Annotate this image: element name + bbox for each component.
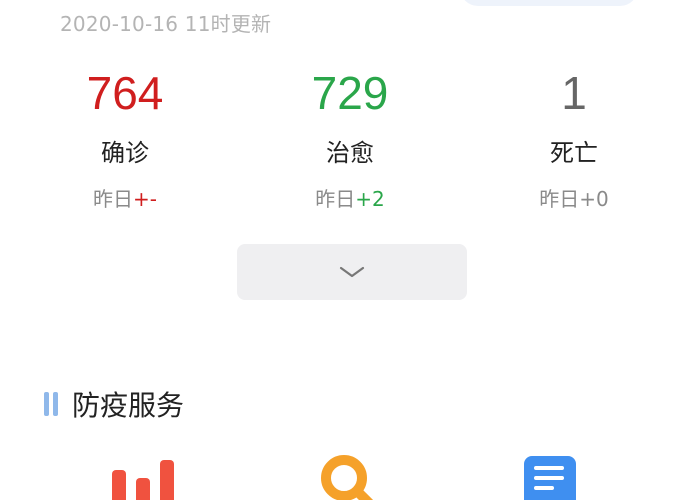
stat-death: 1 死亡 昨日+0 [474, 66, 674, 212]
cured-label: 治愈 [326, 139, 374, 167]
stat-confirmed: 764 确诊 昨日+- [25, 66, 225, 212]
yesterday-label: 昨日 [93, 187, 133, 211]
cured-yesterday: 昨日+2 [250, 186, 450, 212]
confirmed-delta: +- [133, 187, 157, 211]
yesterday-label: 昨日 [315, 187, 356, 211]
confirmed-count: 764 [86, 67, 164, 119]
section-bar-icon [44, 392, 58, 416]
stat-cured: 729 治愈 昨日+2 [250, 66, 450, 212]
expand-button[interactable] [237, 244, 467, 300]
section-title: 防疫服务 [72, 389, 185, 422]
death-count: 1 [561, 67, 587, 119]
confirmed-yesterday: 昨日+- [25, 186, 225, 212]
section-header: 防疫服务 [44, 384, 184, 424]
death-yesterday: 昨日+0 [474, 186, 674, 212]
update-time: 2020-10-16 11时更新 [60, 12, 272, 36]
cured-delta: +2 [355, 187, 385, 211]
chevron-down-icon [339, 266, 365, 278]
top-pill-button[interactable] [460, 0, 638, 6]
bar-chart-icon[interactable] [110, 452, 176, 500]
cured-count: 729 [311, 67, 389, 119]
confirmed-label: 确诊 [101, 139, 149, 167]
search-icon[interactable] [318, 452, 384, 500]
death-delta: +0 [579, 187, 609, 211]
yesterday-label: 昨日 [539, 187, 580, 211]
document-icon[interactable] [524, 452, 576, 500]
death-label: 死亡 [550, 139, 598, 167]
